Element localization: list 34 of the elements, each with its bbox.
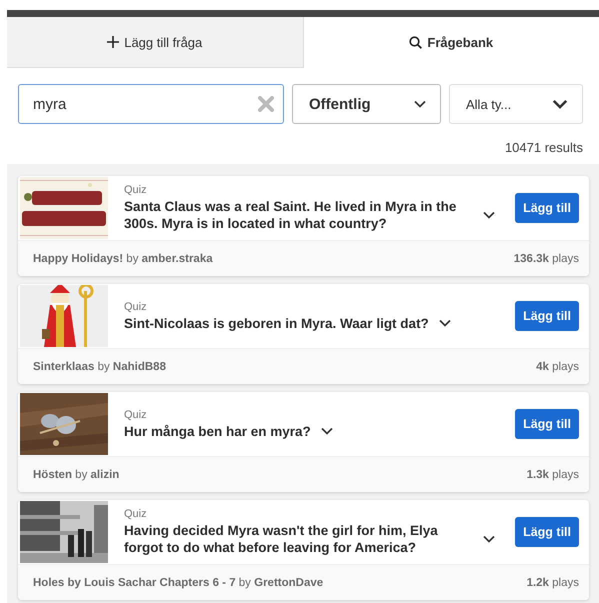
add-button[interactable]: Lägg till — [515, 409, 579, 439]
quiz-type-label: Quiz — [124, 508, 148, 520]
quiz-source-text: Holes by Louis Sachar Chapters 6 - 7 by GrettonDave — [33, 576, 324, 588]
caret-icon — [320, 427, 333, 435]
add-button[interactable]: Lägg till — [515, 301, 579, 331]
quiz-source-text: Sinterklaas by NahidB88 — [33, 360, 166, 372]
play-count: 136.3k plays — [514, 252, 579, 264]
play-count: 1.2k plays — [526, 576, 579, 588]
play-count: 1.3k plays — [526, 468, 579, 480]
plus-icon — [107, 36, 120, 48]
result-count: 10471 results — [504, 140, 583, 155]
add-button[interactable]: Lägg till — [515, 193, 579, 223]
question-text: Santa Claus was a real Saint. He lived in Myra in the 300s. Myra is in located in what country? — [124, 198, 458, 232]
quiz-type-label: Quiz — [124, 184, 148, 196]
search-icon — [409, 36, 422, 49]
question-text: Having decided Myra wasn't the girl for him, Elya forgot to do what before leaving for America? — [124, 522, 439, 556]
filter-dropdown[interactable]: Alla ty... — [449, 84, 583, 124]
quiz-source-text: Hösten by alizin — [33, 468, 120, 480]
question-text: Hur många ben har en myra? — [124, 422, 311, 440]
caret-icon — [483, 535, 496, 543]
tab[interactable]: Lägg till fråga — [7, 17, 304, 68]
question-text: Sint-Nicolaas is geboren in Myra. Waar ligt dat? — [124, 314, 429, 332]
caret-icon — [438, 319, 451, 327]
quiz-type-label: Quiz — [124, 408, 148, 420]
caret-icon — [414, 100, 426, 108]
search-field[interactable]: myra — [18, 84, 284, 124]
filter-dropdown[interactable]: Offentlig — [292, 84, 441, 124]
play-count: 4k plays — [536, 360, 579, 372]
clear-icon[interactable] — [258, 96, 274, 112]
caret-icon — [483, 211, 496, 219]
quiz-type-label: Quiz — [124, 300, 148, 312]
quiz-source-text: Happy Holidays! by amber.straka — [33, 252, 213, 264]
add-button[interactable]: Lägg till — [515, 517, 579, 547]
caret-icon — [552, 99, 568, 109]
